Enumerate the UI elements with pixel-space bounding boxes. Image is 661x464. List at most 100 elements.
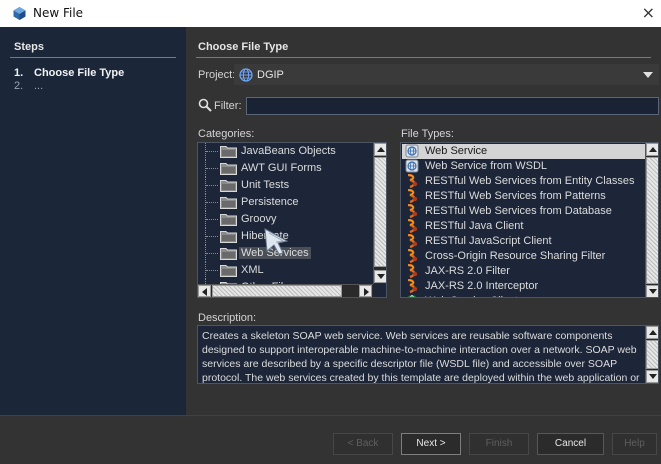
search-icon [198,98,212,112]
file-type-item[interactable]: Web Service [402,144,645,159]
file-type-item[interactable]: JAX-RS 2.0 Filter [402,264,645,279]
file-type-label: Cross-Origin Resource Sharing Filter [425,250,606,262]
tree-guide [206,253,218,254]
folder-icon [220,197,237,209]
cancel-button[interactable]: Cancel [537,433,604,455]
steps-divider [10,57,176,58]
category-item[interactable]: Persistence [198,194,373,211]
file-type-label: JAX-RS 2.0 Interceptor [425,280,539,292]
file-types-label: File Types: [401,128,454,140]
folder-icon [220,163,237,175]
scroll-up-button[interactable] [646,326,658,339]
description-vertical-scrollbar[interactable] [645,326,658,383]
help-button[interactable]: Help [612,433,657,455]
globe-icon [239,68,253,82]
categories-horizontal-scrollbar[interactable] [198,284,373,297]
description-label: Description: [198,312,257,324]
category-item[interactable]: AWT GUI Forms [198,160,373,177]
step-label: Choose File Type [34,67,125,79]
scroll-thumb[interactable] [212,285,342,297]
file-type-item[interactable]: RESTful Web Services from Patterns [402,189,645,204]
categories-label: Categories: [198,128,255,140]
rest-icon [407,249,418,263]
rest-icon [407,204,418,218]
folder-icon [220,248,237,260]
window-title: New File [33,6,84,20]
choose-file-type-panel: Choose File Type Project: DGIP Filter: C… [186,27,661,415]
file-type-label: RESTful JavaScript Client [425,235,552,247]
project-select[interactable]: DGIP [234,64,659,85]
tree-guide [206,151,218,152]
category-label: Unit Tests [241,179,290,191]
categories-vertical-scrollbar[interactable] [373,143,386,284]
mouse-pointer-icon [264,228,289,255]
file-type-label: JAX-RS 2.0 Filter [425,265,510,277]
page-title: Choose File Type [198,41,289,53]
file-type-item[interactable]: RESTful Web Services from Database [402,204,645,219]
folder-icon [220,180,237,192]
scroll-thumb[interactable] [646,340,658,369]
scroll-up-button[interactable] [646,143,658,156]
close-icon[interactable]: × [642,3,655,22]
category-label: XML [241,264,264,276]
tree-guide [206,185,218,186]
category-label: AWT GUI Forms [241,162,322,174]
back-button[interactable]: < Back [333,433,393,455]
file-type-item[interactable]: RESTful Java Client [402,219,645,234]
step-1: 1. Choose File Type [14,67,124,79]
filter-input[interactable] [246,97,659,115]
file-types-vertical-scrollbar[interactable] [645,143,658,297]
file-type-item[interactable]: RESTful Web Services from Entity Classes [402,174,645,189]
category-item[interactable]: Unit Tests [198,177,373,194]
tree-guide [206,270,218,271]
folder-icon [220,231,237,243]
file-type-item[interactable]: RESTful JavaScript Client [402,234,645,249]
scroll-thumb[interactable] [374,157,386,267]
category-item[interactable]: Groovy [198,211,373,228]
category-label: Groovy [241,213,277,225]
scroll-right-button[interactable] [359,285,372,297]
project-label: Project: [198,69,236,81]
file-type-item[interactable]: JAX-RS 2.0 Interceptor [402,279,645,294]
category-item[interactable]: XML [198,262,373,279]
web-service-icon [405,159,419,173]
description-text: Creates a skeleton SOAP web service. Web… [202,330,640,384]
rest-icon [407,264,418,278]
file-type-item[interactable]: Cross-Origin Resource Sharing Filter [402,249,645,264]
rest-icon [407,174,418,188]
category-label: Persistence [241,196,299,208]
step-2: 2.... [14,80,43,92]
steps-panel: Steps 1. Choose File Type 2.... [0,27,186,415]
scroll-down-button[interactable] [374,270,386,283]
finish-button[interactable]: Finish [469,433,529,455]
file-type-label: Web Service [425,145,488,157]
filter-label: Filter: [214,100,242,112]
rest-icon [407,279,418,293]
button-bar: < Back Next > Finish Cancel Help [0,415,661,464]
file-type-label: RESTful Java Client [425,220,524,232]
file-types-list[interactable]: Web Service Web Service from WSDL RESTful … [400,142,659,298]
window-titlebar: New File × [0,0,661,27]
tree-guide [206,219,218,220]
steps-heading: Steps [14,41,44,53]
file-type-label: RESTful Web Services from Entity Classes [425,175,635,187]
tree-guide [206,202,218,203]
next-button[interactable]: Next > [401,433,461,455]
scroll-left-button[interactable] [198,285,211,297]
title-divider [196,57,651,58]
chevron-down-icon[interactable] [643,72,653,78]
file-type-label: Web Service from WSDL [425,160,548,172]
description-box[interactable]: Creates a skeleton SOAP web service. Web… [197,325,659,384]
file-type-item[interactable]: Web Service from WSDL [402,159,645,174]
scroll-thumb[interactable] [646,157,658,284]
folder-icon [220,146,237,158]
scroll-up-button[interactable] [374,143,386,156]
category-item[interactable]: JavaBeans Objects [198,143,373,160]
scroll-down-button[interactable] [646,370,658,383]
file-type-label: RESTful Web Services from Database [425,205,612,217]
folder-icon [220,265,237,277]
file-type-item[interactable]: Web Service Client [402,294,645,297]
scroll-down-button[interactable] [646,285,658,297]
folder-icon [220,214,237,226]
categories-tree[interactable]: JavaBeans Objects AWT GUI Forms Unit Tests… [197,142,387,298]
